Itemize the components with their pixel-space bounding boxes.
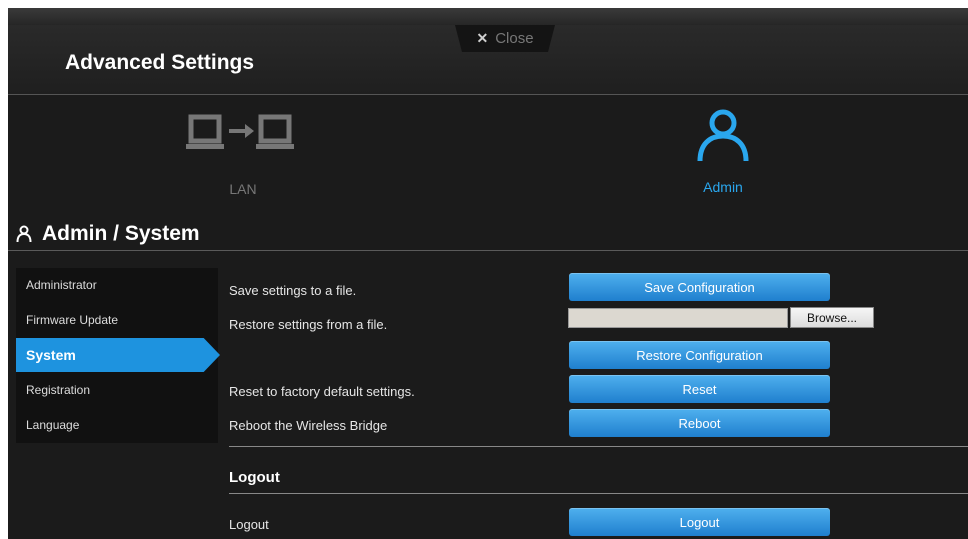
sidebar-item-system[interactable]: System bbox=[16, 338, 220, 372]
sidebar-item-administrator[interactable]: Administrator bbox=[16, 268, 218, 302]
nav-admin-label: Admin bbox=[703, 179, 743, 195]
section-header: Admin / System bbox=[16, 222, 200, 246]
page-title: Advanced Settings bbox=[65, 51, 255, 74]
save-settings-label: Save settings to a file. bbox=[229, 283, 357, 298]
reset-button[interactable]: Reset bbox=[569, 375, 830, 403]
divider bbox=[229, 493, 968, 494]
restore-file-input[interactable] bbox=[568, 308, 788, 328]
restore-settings-label: Restore settings from a file. bbox=[229, 317, 388, 332]
sidebar-item-language[interactable]: Language bbox=[16, 408, 218, 442]
save-configuration-button[interactable]: Save Configuration bbox=[569, 273, 830, 301]
settings-window: Advanced Settings ✕ Close LAN Admin Admi… bbox=[8, 8, 968, 539]
sidebar-item-firmware-update[interactable]: Firmware Update bbox=[16, 303, 218, 337]
reboot-label: Reboot the Wireless Bridge bbox=[229, 418, 388, 433]
sidebar-item-registration[interactable]: Registration bbox=[16, 373, 218, 407]
lan-transfer-icon bbox=[186, 114, 294, 149]
user-icon bbox=[697, 109, 749, 162]
close-icon: ✕ bbox=[476, 30, 489, 46]
browse-button[interactable]: Browse... bbox=[790, 307, 874, 328]
section-title: Admin / System bbox=[42, 222, 200, 245]
restore-configuration-button[interactable]: Restore Configuration bbox=[569, 341, 830, 369]
sidebar: Administrator Firmware Update System Reg… bbox=[16, 268, 220, 443]
logout-label: Logout bbox=[229, 517, 269, 532]
top-strip bbox=[8, 8, 968, 25]
nav-lan-label: LAN bbox=[229, 181, 257, 197]
close-button[interactable]: ✕ Close bbox=[455, 25, 555, 52]
divider bbox=[229, 446, 968, 447]
logout-title: Logout bbox=[229, 469, 280, 486]
section-divider bbox=[8, 250, 968, 251]
reset-label: Reset to factory default settings. bbox=[229, 384, 415, 399]
nav-lan[interactable]: LAN bbox=[178, 113, 308, 197]
user-icon bbox=[16, 225, 32, 243]
logout-button[interactable]: Logout bbox=[569, 508, 830, 536]
reboot-button[interactable]: Reboot bbox=[569, 409, 830, 437]
nav-admin[interactable]: Admin bbox=[668, 109, 778, 195]
close-label: Close bbox=[495, 30, 534, 47]
